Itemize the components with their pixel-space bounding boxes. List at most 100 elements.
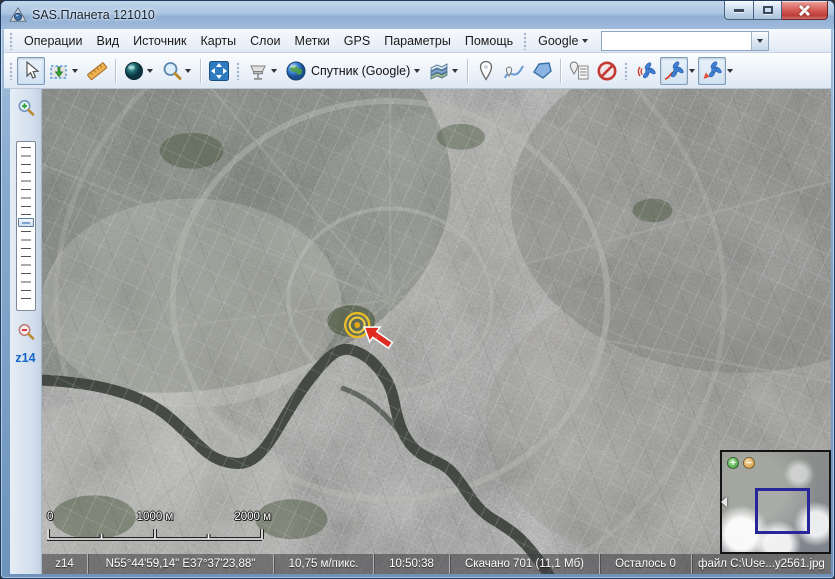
placemark-manager-button[interactable]: [565, 57, 593, 85]
menu-help[interactable]: Помощь: [458, 31, 520, 51]
toolbar-gripper[interactable]: [624, 62, 629, 80]
gps-position-icon: [700, 59, 724, 83]
gps-position-button[interactable]: [698, 57, 726, 85]
download-manager-button[interactable]: [244, 57, 282, 85]
full-extent-button[interactable]: [205, 57, 233, 85]
satellite-imagery: [42, 89, 831, 574]
search-combobox: [601, 31, 769, 51]
ruler-button[interactable]: [83, 57, 111, 85]
zoom-out-icon: [16, 322, 36, 342]
placemark-list-icon: [567, 59, 591, 83]
minimize-button[interactable]: [724, 1, 754, 20]
menu-parameters[interactable]: Параметры: [377, 31, 458, 51]
minimap-collapse-handle[interactable]: [721, 497, 727, 507]
status-resolution: 10,75 м/пикс.: [274, 554, 374, 574]
status-coordinates: N55°44'59,14" E37°37'23,88": [88, 554, 274, 574]
chevron-down-icon: [757, 39, 763, 43]
select-cursor-button[interactable]: [17, 57, 45, 85]
select-cursor-icon: [19, 59, 43, 83]
dark-globe-icon: [122, 59, 146, 83]
zoom-sidebar: z14: [10, 89, 42, 574]
zoom-in-icon: [16, 98, 36, 118]
gps-track-icon: [662, 59, 686, 83]
add-path-button[interactable]: [500, 57, 528, 85]
selection-region-icon: [47, 59, 71, 83]
toolbar-gripper[interactable]: [236, 62, 241, 80]
maximize-button[interactable]: [754, 1, 782, 20]
gps-connect-button[interactable]: [632, 57, 660, 85]
chevron-down-icon: [185, 69, 191, 73]
earth-globe-icon: [284, 59, 308, 83]
toolbar-gripper[interactable]: [9, 62, 14, 80]
menu-google-label: Google: [538, 34, 578, 48]
zoom-rect-button[interactable]: [158, 57, 196, 85]
download-device-icon: [246, 59, 270, 83]
zoom-in-button[interactable]: [15, 97, 37, 119]
menu-operations[interactable]: Операции: [17, 31, 89, 51]
chevron-down-icon[interactable]: [727, 69, 733, 73]
menu-marks[interactable]: Метки: [288, 31, 337, 51]
main-toolbar: Спутник (Google): [4, 53, 831, 89]
scale-label-0: 0: [47, 511, 53, 523]
close-icon: [799, 5, 810, 16]
app-window: SAS.Планета 121010 Операции Вид Источник…: [0, 0, 835, 579]
menu-gps[interactable]: GPS: [337, 31, 377, 51]
selection-manager-button[interactable]: [45, 57, 83, 85]
close-button[interactable]: [782, 1, 828, 20]
status-file-path: файл C:\Use...y2561.jpg: [692, 554, 831, 574]
chevron-down-icon: [147, 69, 153, 73]
minimap-viewport[interactable]: [755, 488, 810, 534]
preview-globe-button[interactable]: [120, 57, 158, 85]
toolbar-separator: [200, 59, 201, 83]
title-bar[interactable]: SAS.Планета 121010: [1, 1, 834, 29]
minimap-zoom-in-button[interactable]: +: [727, 457, 739, 469]
scale-ruler: [47, 525, 271, 543]
menu-source[interactable]: Источник: [126, 31, 193, 51]
status-zoom: z14: [42, 554, 88, 574]
menu-google[interactable]: Google: [531, 31, 595, 51]
app-logo-icon: [9, 7, 27, 23]
map-source-button[interactable]: Спутник (Google): [282, 57, 425, 85]
gps-satellite-icon: [634, 59, 658, 83]
window-title: SAS.Планета 121010: [32, 8, 155, 22]
status-time: 10:50:38: [374, 554, 450, 574]
chevron-down-icon: [271, 69, 277, 73]
menu-bar: Операции Вид Источник Карты Слои Метки G…: [4, 29, 831, 53]
window-controls: [724, 1, 828, 29]
zoom-slider[interactable]: [16, 141, 36, 311]
map-view[interactable]: 0 1000 м 2000 м + − z14 N55°44'59,14" E3…: [42, 89, 831, 574]
menu-view[interactable]: Вид: [89, 31, 126, 51]
menubar-gripper[interactable]: [9, 32, 14, 50]
path-line-icon: [502, 59, 526, 83]
gps-track-button[interactable]: [660, 57, 688, 85]
minimap-zoom-out-button[interactable]: −: [743, 457, 755, 469]
add-placemark-button[interactable]: [472, 57, 500, 85]
menu-layers[interactable]: Слои: [243, 31, 287, 51]
zoom-level-label: z14: [15, 351, 35, 365]
ruler-icon: [85, 59, 109, 83]
zoom-slider-handle[interactable]: [18, 218, 34, 227]
hide-marks-button[interactable]: [593, 57, 621, 85]
placemark-pin-icon: [474, 59, 498, 83]
layers-button[interactable]: [425, 57, 463, 85]
chevron-down-icon: [414, 69, 420, 73]
map-scale-bar: 0 1000 м 2000 м: [47, 511, 271, 548]
scale-label-2000: 2000 м: [234, 511, 271, 523]
minimap[interactable]: + −: [720, 450, 831, 554]
status-downloaded: Скачано 701 (11,1 Мб): [450, 554, 600, 574]
full-extent-icon: [207, 59, 231, 83]
toolbar-separator: [115, 59, 116, 83]
status-bar: z14 N55°44'59,14" E37°37'23,88" 10,75 м/…: [42, 554, 831, 574]
zoom-out-button[interactable]: [15, 321, 37, 343]
map-source-label: Спутник (Google): [311, 64, 410, 78]
combo-dropdown-button[interactable]: [751, 32, 768, 50]
menu-maps[interactable]: Карты: [193, 31, 243, 51]
search-toolbar-gripper[interactable]: [523, 32, 528, 50]
chevron-down-icon[interactable]: [689, 69, 695, 73]
chevron-down-icon: [72, 69, 78, 73]
scale-label-1000: 1000 м: [137, 511, 174, 523]
toolbar-separator: [467, 59, 468, 83]
add-polygon-button[interactable]: [528, 57, 556, 85]
status-remaining: Осталось 0: [600, 554, 692, 574]
search-input[interactable]: [602, 32, 751, 50]
